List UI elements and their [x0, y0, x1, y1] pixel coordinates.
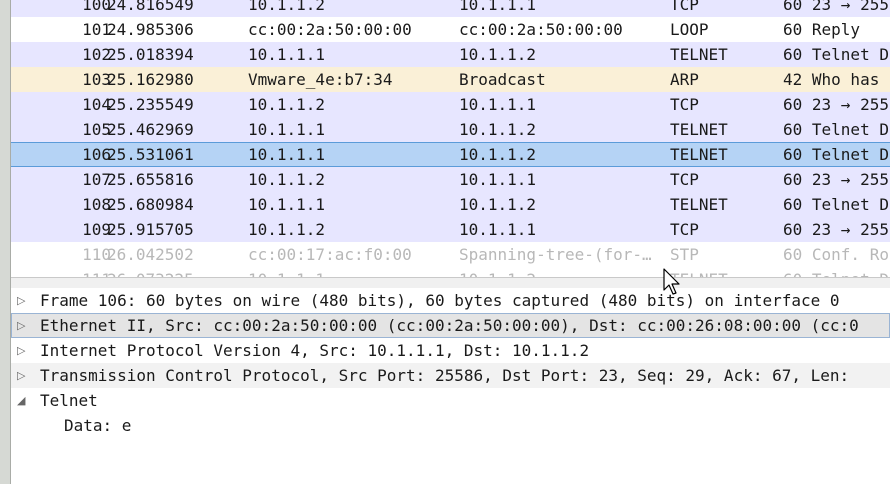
packet-info: 60 23 → 255 [783, 170, 889, 189]
packet-source: 10.1.1.1 [248, 145, 326, 164]
mouse-cursor-icon [663, 268, 680, 295]
packet-source: cc:00:17:ac:f0:00 [248, 245, 412, 264]
packet-info: 60 23 → 255 [783, 0, 889, 14]
detail-frame[interactable]: ▷ Frame 106: 60 bytes on wire (480 bits)… [11, 288, 890, 313]
packet-protocol: STP [670, 245, 699, 264]
packet-protocol: TCP [670, 170, 699, 189]
packet-no: 102 [82, 45, 111, 64]
left-panel-border [0, 0, 11, 484]
packet-row-107[interactable]: 107 25.655816 10.1.1.2 10.1.1.1 TCP 60 2… [11, 167, 890, 192]
packet-source: 10.1.1.1 [248, 120, 326, 139]
packet-row-108[interactable]: 108 25.680984 10.1.1.1 10.1.1.2 TELNET 6… [11, 192, 890, 217]
packet-destination: 10.1.1.2 [459, 145, 537, 164]
packet-info: 60 23 → 255 [783, 220, 889, 239]
packet-destination: 10.1.1.1 [459, 170, 537, 189]
packet-info: 60 Reply [783, 20, 861, 39]
packet-no: 106 [82, 145, 111, 164]
packet-no: 100 [82, 0, 111, 14]
packet-row-106-selected[interactable]: 106 25.531061 10.1.1.1 10.1.1.2 TELNET 6… [11, 142, 890, 167]
packet-no: 105 [82, 120, 111, 139]
detail-ip[interactable]: ▷ Internet Protocol Version 4, Src: 10.1… [11, 338, 890, 363]
packet-time: 25.655816 [107, 170, 194, 189]
expand-arrow-icon[interactable]: ▷ [17, 338, 33, 363]
packet-protocol: TELNET [670, 195, 728, 214]
expand-arrow-icon[interactable]: ▷ [17, 313, 33, 338]
detail-tcp-text: Transmission Control Protocol, Src Port:… [40, 366, 850, 385]
packet-time: 25.235549 [107, 95, 194, 114]
packet-no: 107 [82, 170, 111, 189]
packet-destination: 10.1.1.1 [459, 95, 537, 114]
packet-source: cc:00:2a:50:00:00 [248, 20, 412, 39]
packet-time: 25.018394 [107, 45, 194, 64]
packet-row-100[interactable]: 100 24.816549 10.1.1.2 10.1.1.1 TCP 60 2… [11, 0, 890, 17]
packet-no: 104 [82, 95, 111, 114]
packet-row-104[interactable]: 104 25.235549 10.1.1.2 10.1.1.1 TCP 60 2… [11, 92, 890, 117]
packet-row-101[interactable]: 101 24.985306 cc:00:2a:50:00:00 cc:00:2a… [11, 17, 890, 42]
packet-source: 10.1.1.2 [248, 170, 326, 189]
packet-source: 10.1.1.1 [248, 195, 326, 214]
packet-info: 60 Conf. Ro [783, 245, 889, 264]
packet-row-109[interactable]: 109 25.915705 10.1.1.2 10.1.1.1 TCP 60 2… [11, 217, 890, 242]
packet-row-102[interactable]: 102 25.018394 10.1.1.1 10.1.1.2 TELNET 6… [11, 42, 890, 67]
packet-row-103[interactable]: 103 25.162980 Vmware_4e:b7:34 Broadcast … [11, 67, 890, 92]
packet-protocol: TCP [670, 220, 699, 239]
packet-destination: 10.1.1.2 [459, 45, 537, 64]
packet-time: 25.462969 [107, 120, 194, 139]
detail-frame-text: Frame 106: 60 bytes on wire (480 bits), … [40, 291, 840, 310]
packet-protocol: TELNET [670, 45, 728, 64]
detail-telnet-data-text: Data: e [64, 416, 132, 435]
detail-telnet[interactable]: ◢ Telnet [11, 388, 890, 413]
packet-destination: 10.1.1.2 [459, 195, 537, 214]
packet-protocol: ARP [670, 70, 699, 89]
detail-telnet-data[interactable]: Data: e [11, 413, 890, 438]
packet-protocol: TELNET [670, 145, 728, 164]
packet-row-105[interactable]: 105 25.462969 10.1.1.1 10.1.1.2 TELNET 6… [11, 117, 890, 142]
packet-protocol: LOOP [670, 20, 709, 39]
expand-arrow-icon[interactable]: ▷ [17, 288, 33, 313]
detail-ip-text: Internet Protocol Version 4, Src: 10.1.1… [40, 341, 590, 360]
packet-protocol: TCP [670, 95, 699, 114]
packet-destination: cc:00:2a:50:00:00 [459, 20, 623, 39]
packet-no: 108 [82, 195, 111, 214]
packet-time: 24.816549 [107, 0, 194, 14]
detail-ethernet[interactable]: ▷ Ethernet II, Src: cc:00:2a:50:00:00 (c… [11, 313, 890, 338]
packet-time: 25.531061 [107, 145, 194, 164]
packet-info: 42 Who has [783, 70, 880, 89]
packet-source: 10.1.1.1 [248, 45, 326, 64]
packet-source: 10.1.1.2 [248, 220, 326, 239]
packet-time: 26.042502 [107, 245, 194, 264]
packet-time: 25.162980 [107, 70, 194, 89]
packet-source: 10.1.1.2 [248, 0, 326, 14]
packet-row-110[interactable]: 110 26.042502 cc:00:17:ac:f0:00 Spanning… [11, 242, 890, 267]
packet-source: 10.1.1.2 [248, 95, 326, 114]
detail-ethernet-text: Ethernet II, Src: cc:00:2a:50:00:00 (cc:… [40, 316, 859, 335]
packet-protocol: TELNET [670, 120, 728, 139]
packet-time: 24.985306 [107, 20, 194, 39]
packet-list[interactable]: 100 24.816549 10.1.1.2 10.1.1.1 TCP 60 2… [11, 0, 890, 282]
packet-destination: 10.1.1.1 [459, 0, 537, 14]
packet-info: 60 Telnet D [783, 145, 889, 164]
packet-time: 25.915705 [107, 220, 194, 239]
packet-info: 60 23 → 255 [783, 95, 889, 114]
packet-destination: 10.1.1.1 [459, 220, 537, 239]
packet-time: 25.680984 [107, 195, 194, 214]
packet-details-pane[interactable]: ▷ Frame 106: 60 bytes on wire (480 bits)… [11, 288, 890, 484]
packet-info: 60 Telnet D [783, 195, 889, 214]
packet-no: 110 [82, 245, 111, 264]
packet-no: 101 [82, 20, 111, 39]
packet-info: 60 Telnet D [783, 120, 889, 139]
packet-source: Vmware_4e:b7:34 [248, 70, 393, 89]
packet-protocol: TCP [670, 0, 699, 14]
detail-tcp[interactable]: ▷ Transmission Control Protocol, Src Por… [11, 363, 890, 388]
expand-arrow-icon[interactable]: ▷ [17, 363, 33, 388]
packet-no: 109 [82, 220, 111, 239]
collapse-arrow-icon[interactable]: ◢ [17, 388, 33, 413]
detail-telnet-text: Telnet [40, 391, 98, 410]
packet-destination: 10.1.1.2 [459, 120, 537, 139]
packet-destination: Broadcast [459, 70, 546, 89]
packet-info: 60 Telnet D [783, 45, 889, 64]
packet-destination: Spanning-tree-(for-… [459, 245, 652, 264]
packet-no: 103 [82, 70, 111, 89]
